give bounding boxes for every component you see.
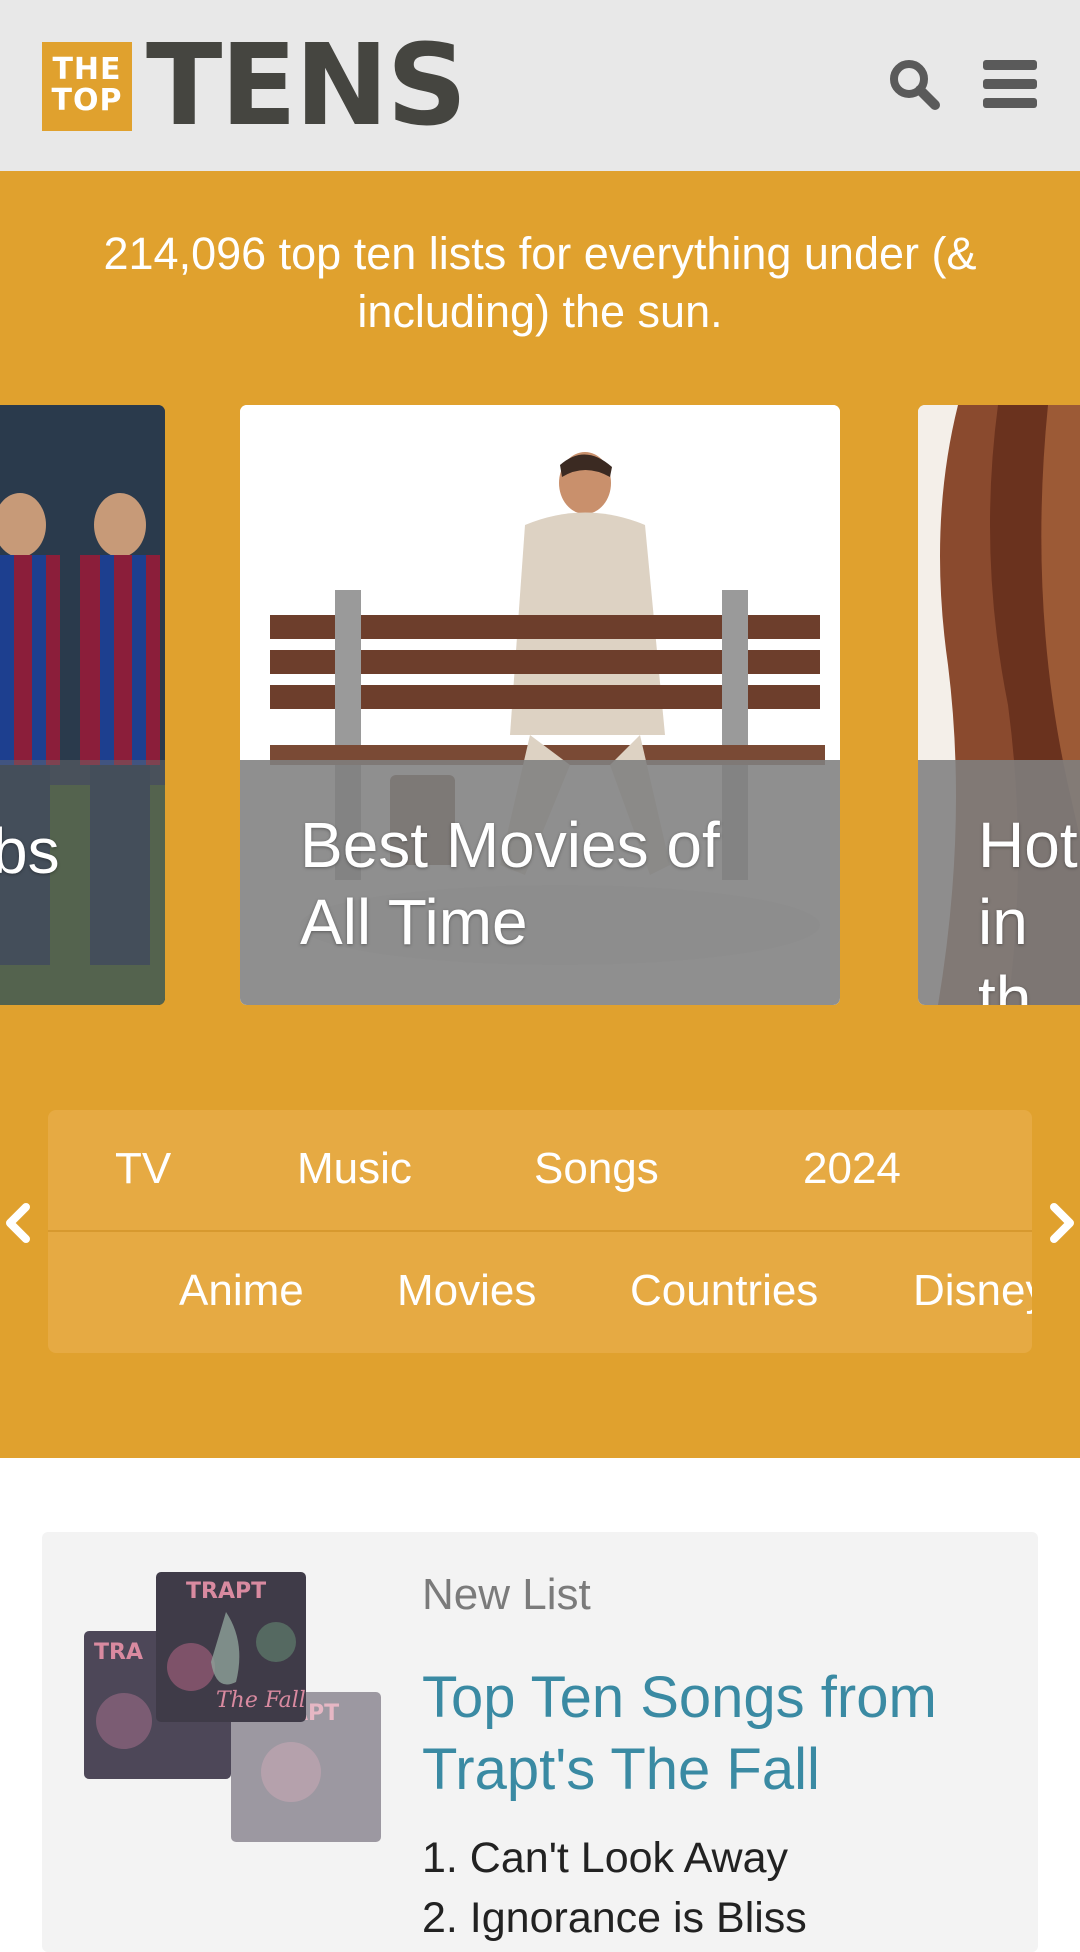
logo-mark[interactable]: THE TOP	[42, 42, 132, 131]
new-list-card[interactable]: TRA APT TRAPT The Fall New List Top Ten …	[42, 1532, 1038, 1952]
svg-text:TRA: TRA	[94, 1640, 143, 1665]
category-navigation: TV Music Songs 2024 Anime Movies Countri…	[48, 1110, 1032, 1353]
search-icon[interactable]	[888, 58, 940, 110]
hero-tagline: 214,096 top ten lists for everything und…	[103, 228, 977, 337]
card-title: Best Movies of All Time	[300, 809, 720, 958]
category-link[interactable]: Countries	[630, 1232, 818, 1350]
category-link[interactable]: TV	[115, 1110, 171, 1228]
carousel-card-next[interactable]: Hot in th	[918, 405, 1080, 1005]
category-link[interactable]: Music	[297, 1110, 412, 1228]
logo-line-the: THE	[52, 52, 122, 87]
carousel-card-prev[interactable]: bs	[0, 405, 165, 1005]
card-title: Hot in th	[978, 809, 1078, 1005]
list-item: 1. Can't Look Away	[422, 1834, 788, 1882]
category-row: Anime Movies Countries Disney	[48, 1232, 1032, 1352]
svg-text:TRAPT: TRAPT	[186, 1579, 266, 1604]
category-link[interactable]: Anime	[179, 1232, 304, 1350]
list-title-link[interactable]: Top Ten Songs from Trapt's The Fall	[422, 1662, 1012, 1806]
logo-line-top: TOP	[51, 83, 123, 118]
chevron-left-icon[interactable]	[4, 1203, 32, 1243]
logo-wordmark[interactable]: TENS	[146, 30, 467, 142]
chevron-right-icon[interactable]	[1048, 1203, 1076, 1243]
category-link[interactable]: Movies	[397, 1232, 536, 1350]
new-list-badge: New List	[422, 1570, 591, 1619]
category-link[interactable]: Songs	[534, 1110, 659, 1228]
site-header: THE TOP TENS	[0, 0, 1080, 171]
list-item: 2. Ignorance is Bliss	[422, 1894, 807, 1942]
carousel-card-current[interactable]: Best Movies of All Time	[240, 405, 840, 1005]
hamburger-menu-icon[interactable]	[983, 60, 1037, 108]
svg-text:The Fall: The Fall	[216, 1688, 306, 1713]
card-title: bs	[0, 815, 60, 887]
category-row: TV Music Songs 2024	[48, 1110, 1032, 1232]
category-link[interactable]: 2024	[803, 1110, 901, 1228]
album-cover-image: TRAPT The Fall	[156, 1572, 306, 1722]
category-link[interactable]: Disney	[913, 1232, 1032, 1350]
